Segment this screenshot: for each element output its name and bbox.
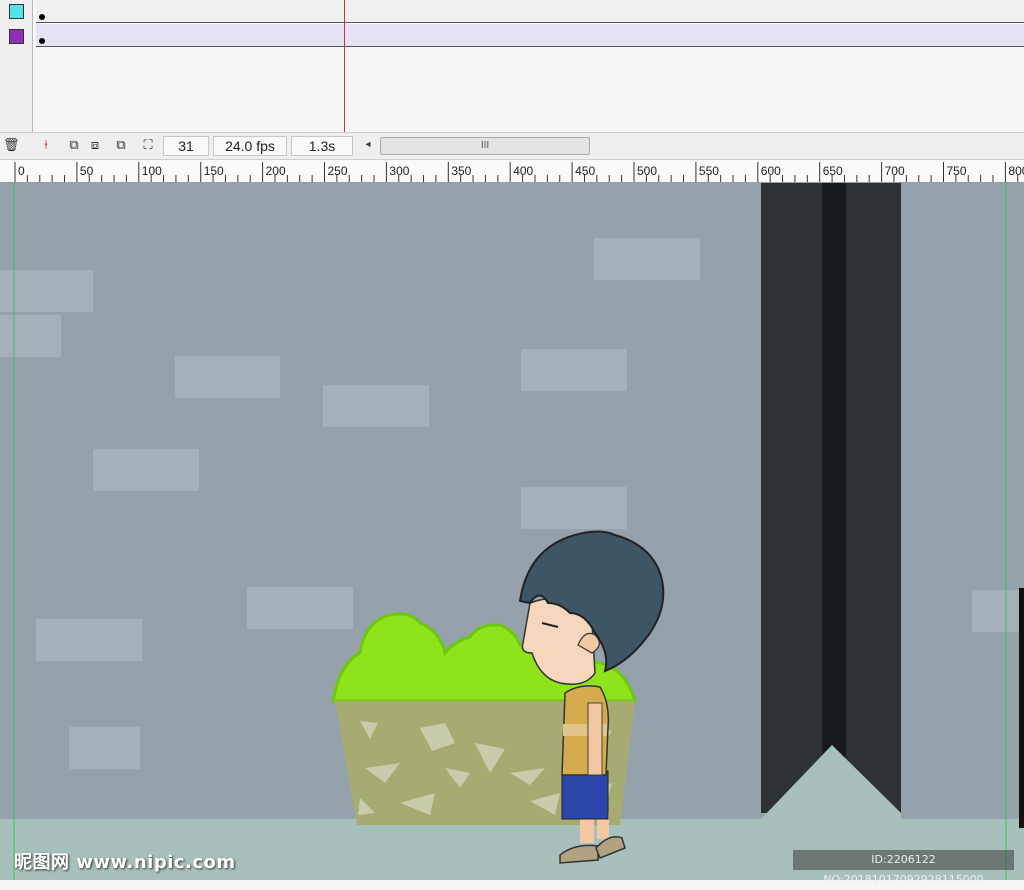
ruler-tick-label: 800 — [1008, 164, 1024, 178]
ruler-tick-label: 100 — [142, 164, 162, 178]
edit-multiple-frames-icon[interactable]: ⧉ — [113, 137, 129, 153]
ruler-tick-label: 50 — [80, 164, 94, 178]
stage-canvas[interactable] — [0, 183, 1024, 880]
offstage-object — [1019, 588, 1024, 828]
timeline-panel — [0, 0, 1024, 132]
ruler-tick-label: 600 — [761, 164, 781, 178]
ruler-tick-label: 150 — [204, 164, 224, 178]
current-frame-field[interactable]: 31 — [163, 136, 209, 156]
ruler-tick-label: 400 — [513, 164, 533, 178]
door-gap — [822, 183, 846, 758]
modify-markers-icon[interactable]: ⛶ — [140, 137, 156, 153]
watermark-logo-text: 昵图网 www.nipic.com — [14, 852, 236, 873]
frame-rate-field[interactable]: 24.0 fps — [213, 136, 287, 156]
ruler-graphic: 0 50 100 150 200 250 300 350 400 450 500 550 600 650 7… — [14, 162, 1024, 182]
ruler-tick-label: 200 — [266, 164, 286, 178]
timeline-horizontal-scrollbar[interactable]: III — [380, 137, 590, 155]
trash-icon[interactable]: 🗑 — [3, 137, 20, 153]
playhead[interactable] — [344, 0, 345, 132]
ruler-tick-label: 750 — [947, 164, 967, 178]
ruler-tick-label: 450 — [575, 164, 595, 178]
keyframe-icon[interactable] — [39, 38, 45, 44]
layer-1-color-swatch[interactable] — [9, 4, 24, 19]
horizontal-ruler: 0 50 100 150 200 250 300 350 400 450 500 550 600 650 7… — [0, 160, 1024, 183]
ruler-tick-label: 250 — [328, 164, 348, 178]
keyframe-icon[interactable] — [39, 14, 45, 20]
ruler-tick-label: 700 — [885, 164, 905, 178]
ruler-tick-label: 500 — [637, 164, 657, 178]
ruler-tick-label: 0 — [18, 164, 25, 178]
ruler-tick-label: 300 — [389, 164, 409, 178]
layer-2-color-swatch[interactable] — [9, 29, 24, 44]
timeline-layer-row-1[interactable] — [36, 0, 1024, 23]
scene-artwork — [0, 183, 1024, 880]
ruler-tick-label: 350 — [451, 164, 471, 178]
timeline-layer-row-2[interactable] — [36, 24, 1024, 47]
ruler-tick-label: 550 — [699, 164, 719, 178]
ruler-tick-label: 650 — [823, 164, 843, 178]
onion-skin-icon[interactable]: ⧉ — [66, 137, 82, 153]
center-frame-icon[interactable]: ⍿ — [38, 137, 54, 153]
scroll-left-arrow-icon[interactable]: ◂ — [360, 137, 376, 153]
watermark-id-badge: ID:2206122 NO:20181017092928115000 — [793, 850, 1014, 886]
onion-skin-outlines-icon[interactable]: ⧈ — [87, 137, 103, 153]
layer-color-column — [0, 0, 33, 132]
elapsed-time-field: 1.3s — [291, 136, 353, 156]
timeline-toolbar: 🗑 ⍿ ⧉ ⧈ ⧉ ⛶ 31 24.0 fps 1.3s ◂ III — [0, 132, 1024, 160]
